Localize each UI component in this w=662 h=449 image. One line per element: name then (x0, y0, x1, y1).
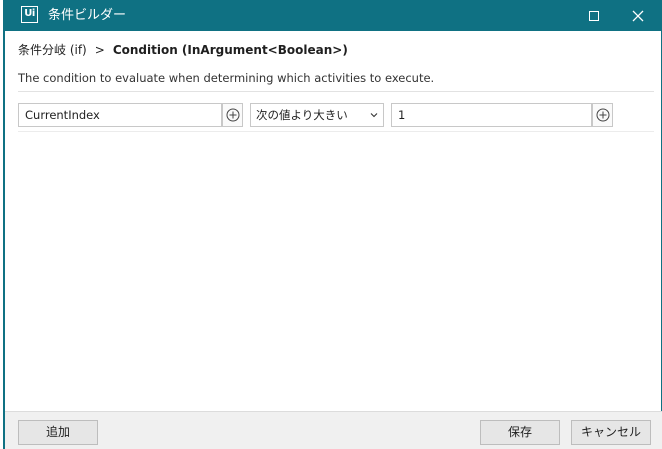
divider (18, 131, 654, 132)
right-operand-input[interactable]: 1 (391, 103, 592, 127)
chevron-down-icon (370, 113, 378, 118)
operator-selected-value: 次の値より大きい (256, 108, 348, 122)
maximize-button[interactable] (572, 0, 616, 31)
breadcrumb-current: Condition (InArgument<Boolean>) (112, 43, 348, 57)
save-button[interactable]: 保存 (480, 420, 560, 445)
close-icon (632, 10, 644, 21)
left-operand-expression-button[interactable] (222, 103, 243, 127)
uipath-logo-icon: Ui (21, 6, 38, 23)
left-operand-input[interactable]: CurrentIndex (18, 103, 222, 127)
breadcrumb-separator: > (94, 43, 105, 57)
window-title: 条件ビルダー (48, 8, 127, 23)
plus-circle-icon (226, 108, 239, 122)
maximize-icon (589, 10, 599, 21)
condition-description: The condition to evaluate when determini… (18, 71, 435, 85)
footer-bar: 追加 保存 キャンセル (5, 411, 662, 449)
right-operand-expression-button[interactable] (592, 103, 613, 127)
operator-dropdown[interactable]: 次の値より大きい (250, 103, 384, 127)
title-bar[interactable]: Ui 条件ビルダー (5, 0, 662, 31)
condition-builder-window: Ui 条件ビルダー 条件分岐 (if) > Condition (InArgumen… (5, 0, 662, 449)
divider (18, 91, 654, 92)
breadcrumb-parent[interactable]: 条件分岐 (if) (18, 43, 87, 57)
breadcrumb: 条件分岐 (if) > Condition (InArgument<Boolean>… (18, 41, 348, 59)
plus-circle-icon (596, 108, 609, 122)
cancel-button[interactable]: キャンセル (571, 420, 651, 445)
close-button[interactable] (616, 0, 660, 31)
add-button[interactable]: 追加 (18, 420, 98, 445)
condition-row: CurrentIndex 次の値より大きい 1 (5, 103, 662, 129)
